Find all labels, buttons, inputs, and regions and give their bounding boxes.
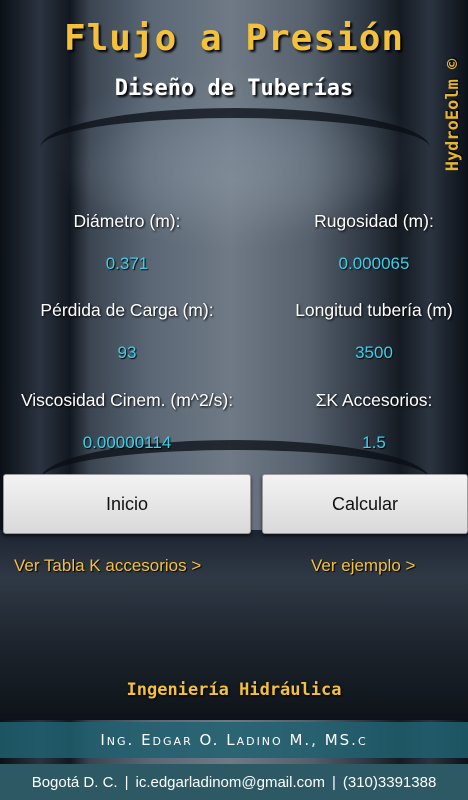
separator: |: [331, 773, 336, 791]
longitud-label: Longitud tubería (m): [295, 300, 453, 320]
author-bar: Ing. Edgar O. Ladino M., MS.c: [0, 722, 468, 758]
rugosidad-value[interactable]: 0.000065: [257, 254, 468, 274]
calcular-button[interactable]: Calcular: [262, 474, 468, 534]
perdida-field: Pérdida de Carga (m): 93: [10, 300, 244, 363]
email-text[interactable]: ic.edgarladinom@gmail.com: [135, 774, 324, 791]
accesorios-label: ΣK Accesorios:: [315, 390, 433, 410]
rugosidad-field: Rugosidad (m): 0.000065: [257, 211, 468, 274]
longitud-field: Longitud tubería (m) 3500: [257, 300, 468, 363]
diametro-field: Diámetro (m): 0.371: [10, 211, 244, 274]
app-subtitle: Diseño de Tuberías: [114, 76, 354, 101]
diametro-value[interactable]: 0.371: [10, 254, 244, 274]
viscosidad-label: Viscosidad Cinem. (m^2/s):: [20, 390, 234, 410]
viscosidad-field: Viscosidad Cinem. (m^2/s): 0.00000114: [10, 390, 244, 453]
rugosidad-label: Rugosidad (m):: [314, 211, 434, 231]
city-text: Bogotá D. C.: [31, 773, 118, 791]
footer-title: Ingeniería Hidráulica: [126, 680, 342, 700]
perdida-label: Pérdida de Carga (m):: [40, 300, 214, 320]
inicio-button[interactable]: Inicio: [3, 474, 251, 534]
longitud-value[interactable]: 3500: [257, 343, 468, 363]
author-name: Ing. Edgar O. Ladino M., MS.c: [100, 731, 368, 749]
pipe-ring: [40, 108, 430, 188]
brand-text: HydroEolm ©: [443, 58, 463, 172]
perdida-value[interactable]: 93: [10, 343, 244, 363]
accesorios-value[interactable]: 1.5: [257, 433, 468, 453]
ver-ejemplo-link[interactable]: Ver ejemplo >: [311, 556, 415, 576]
separator: |: [124, 773, 129, 791]
viscosidad-value[interactable]: 0.00000114: [10, 433, 244, 453]
app-title: Flujo a Presión: [63, 18, 405, 59]
tabla-k-link[interactable]: Ver Tabla K accesorios >: [14, 556, 201, 576]
contact-bar: Bogotá D. C. | ic.edgarladinom@gmail.com…: [0, 764, 468, 800]
diametro-label: Diámetro (m):: [73, 211, 181, 231]
phone-text[interactable]: (310)3391388: [343, 774, 436, 791]
accesorios-field: ΣK Accesorios: 1.5: [257, 390, 468, 453]
brand-watermark: HydroEolm ©: [440, 10, 466, 220]
